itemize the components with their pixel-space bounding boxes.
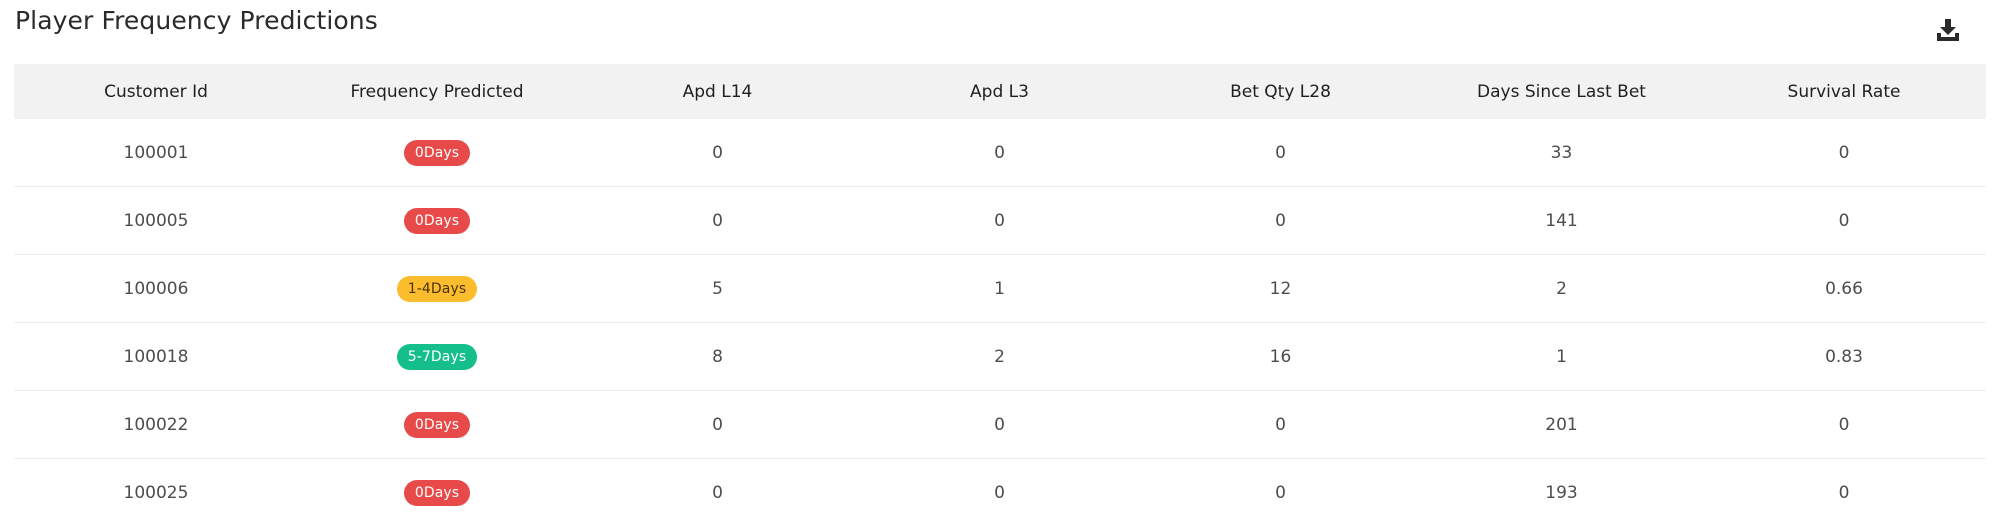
bet-qty-l28-cell: 0 bbox=[1275, 483, 1286, 503]
column-header-frequency-predicted[interactable]: Frequency Predicted bbox=[298, 82, 576, 102]
days-since-last-bet-cell: 193 bbox=[1545, 483, 1578, 503]
apd-l3-cell: 0 bbox=[994, 414, 1005, 435]
apd-l3-cell: 2 bbox=[994, 346, 1005, 367]
customer-id-cell: 100005 bbox=[123, 210, 189, 231]
survival-rate-cell: 0 bbox=[1838, 142, 1850, 163]
apd-l14-cell: 0 bbox=[712, 142, 723, 163]
frequency-badge: 0Days bbox=[403, 480, 471, 506]
apd-l14-cell: 8 bbox=[712, 346, 723, 367]
table-row[interactable]: 100022 0Days 0 0 0 201 0 bbox=[14, 391, 1986, 459]
frequency-badge: 0Days bbox=[403, 207, 471, 234]
survival-rate-cell: 0 bbox=[1838, 483, 1850, 503]
bet-qty-l28-cell: 12 bbox=[1269, 278, 1292, 299]
frequency-badge: 1-4Days bbox=[396, 275, 478, 302]
days-since-last-bet-cell: 141 bbox=[1545, 210, 1578, 231]
frequency-cell: 0Days bbox=[298, 480, 576, 506]
survival-rate-cell: 0.83 bbox=[1825, 346, 1863, 367]
days-since-last-bet-cell: 1 bbox=[1556, 346, 1567, 367]
survival-rate-cell: 0 bbox=[1838, 414, 1850, 435]
predictions-table: Customer Id Frequency Predicted Apd L14 … bbox=[14, 64, 1986, 525]
page-title: Player Frequency Predictions bbox=[15, 6, 378, 35]
frequency-cell: 0Days bbox=[298, 139, 576, 166]
column-header-apd-l3[interactable]: Apd L3 bbox=[859, 82, 1140, 102]
customer-id-cell: 100018 bbox=[123, 346, 189, 367]
download-icon bbox=[1937, 19, 1959, 41]
bet-qty-l28-cell: 0 bbox=[1275, 142, 1286, 163]
table-row[interactable]: 100025 0Days 0 0 0 193 0 bbox=[14, 459, 1986, 525]
column-header-days-since-last-bet[interactable]: Days Since Last Bet bbox=[1421, 82, 1702, 102]
customer-id-cell: 100001 bbox=[123, 142, 189, 163]
frequency-cell: 0Days bbox=[298, 411, 576, 438]
table-row[interactable]: 100018 5-7Days 8 2 16 1 0.83 bbox=[14, 323, 1986, 391]
survival-rate-cell: 0.66 bbox=[1825, 278, 1863, 299]
frequency-cell: 1-4Days bbox=[298, 275, 576, 302]
column-header-apd-l14[interactable]: Apd L14 bbox=[576, 82, 859, 102]
table-header: Customer Id Frequency Predicted Apd L14 … bbox=[14, 64, 1986, 119]
table-body: 100001 0Days 0 0 0 33 0 100005 0Days 0 0… bbox=[14, 119, 1986, 525]
column-header-customer-id[interactable]: Customer Id bbox=[14, 82, 298, 102]
apd-l3-cell: 0 bbox=[994, 483, 1005, 503]
customer-id-cell: 100006 bbox=[123, 278, 189, 299]
customer-id-cell: 100025 bbox=[123, 483, 189, 503]
apd-l14-cell: 5 bbox=[712, 278, 723, 299]
table-row[interactable]: 100001 0Days 0 0 0 33 0 bbox=[14, 119, 1986, 187]
frequency-badge: 0Days bbox=[403, 411, 471, 438]
survival-rate-cell: 0 bbox=[1838, 210, 1850, 231]
frequency-badge: 0Days bbox=[403, 139, 471, 166]
customer-id-cell: 100022 bbox=[123, 414, 189, 435]
apd-l3-cell: 0 bbox=[994, 210, 1005, 231]
table-row[interactable]: 100006 1-4Days 5 1 12 2 0.66 bbox=[14, 255, 1986, 323]
days-since-last-bet-cell: 33 bbox=[1550, 142, 1573, 163]
days-since-last-bet-cell: 201 bbox=[1545, 414, 1578, 435]
frequency-cell: 5-7Days bbox=[298, 343, 576, 370]
apd-l14-cell: 0 bbox=[712, 210, 723, 231]
bet-qty-l28-cell: 16 bbox=[1269, 346, 1292, 367]
bet-qty-l28-cell: 0 bbox=[1275, 414, 1286, 435]
apd-l14-cell: 0 bbox=[712, 483, 723, 503]
frequency-cell: 0Days bbox=[298, 207, 576, 234]
column-header-bet-qty-l28[interactable]: Bet Qty L28 bbox=[1140, 82, 1421, 102]
table-row[interactable]: 100005 0Days 0 0 0 141 0 bbox=[14, 187, 1986, 255]
download-button[interactable] bbox=[1930, 14, 1966, 46]
apd-l3-cell: 0 bbox=[994, 142, 1005, 163]
frequency-badge: 5-7Days bbox=[396, 343, 478, 370]
days-since-last-bet-cell: 2 bbox=[1556, 278, 1567, 299]
column-header-survival-rate[interactable]: Survival Rate bbox=[1702, 82, 1986, 102]
apd-l3-cell: 1 bbox=[994, 278, 1005, 299]
bet-qty-l28-cell: 0 bbox=[1275, 210, 1286, 231]
apd-l14-cell: 0 bbox=[712, 414, 723, 435]
